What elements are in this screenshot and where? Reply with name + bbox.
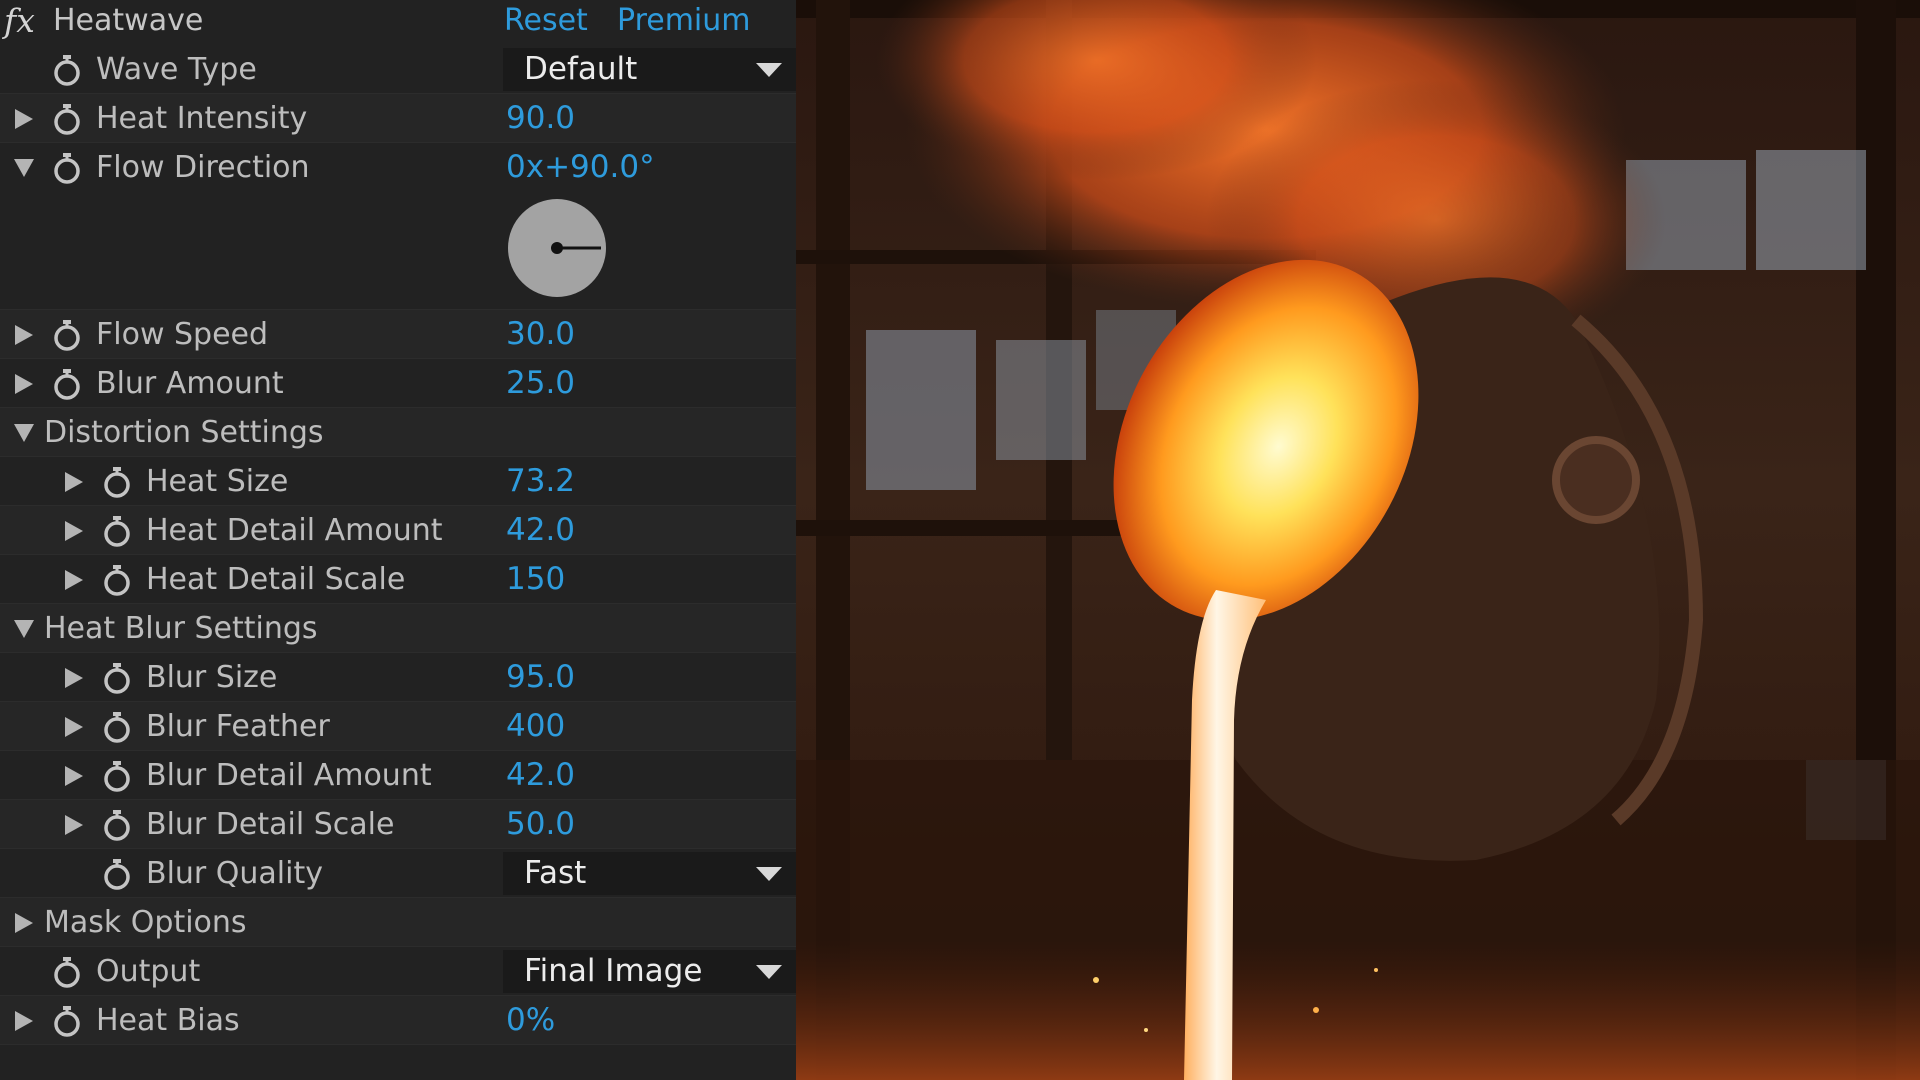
effect-name: Heatwave — [53, 3, 204, 38]
blur-feather-value[interactable]: 400 — [506, 702, 565, 751]
param-row-heat-size: Heat Size 73.2 — [0, 457, 796, 506]
param-row-blur-size: Blur Size 95.0 — [0, 653, 796, 702]
param-row-flow-speed: Flow Speed 30.0 — [0, 310, 796, 359]
param-row-blur-detail-amount: Blur Detail Amount 42.0 — [0, 751, 796, 800]
param-row-heat-detail-scale: Heat Detail Scale 150 — [0, 555, 796, 604]
heat-size-value[interactable]: 73.2 — [506, 457, 575, 506]
expand-triangle-icon[interactable] — [61, 653, 87, 702]
heat-bias-value[interactable]: 0% — [506, 996, 555, 1045]
stopwatch-icon[interactable] — [52, 996, 82, 1045]
stopwatch-icon[interactable] — [52, 947, 82, 996]
premium-button[interactable]: Premium — [617, 0, 751, 42]
flow-direction-angle-dial[interactable] — [505, 196, 609, 300]
expand-triangle-icon[interactable] — [11, 310, 37, 359]
reset-button[interactable]: Reset — [504, 0, 588, 42]
effect-controls-panel: fx Heatwave Reset Premium Wave Type Defa… — [0, 0, 796, 1080]
param-label-heat-detail-scale: Heat Detail Scale — [146, 562, 406, 597]
param-row-blur-amount: Blur Amount 25.0 — [0, 359, 796, 408]
heat-detail-amount-value[interactable]: 42.0 — [506, 506, 575, 555]
stopwatch-icon[interactable] — [52, 359, 82, 408]
param-row-blur-feather: Blur Feather 400 — [0, 702, 796, 751]
blur-detail-amount-value[interactable]: 42.0 — [506, 751, 575, 800]
expand-triangle-icon[interactable] — [11, 94, 37, 143]
chevron-down-icon — [756, 63, 782, 77]
stopwatch-icon[interactable] — [102, 653, 132, 702]
group-row-heat-blur-settings[interactable]: Heat Blur Settings — [0, 604, 796, 653]
stopwatch-icon[interactable] — [102, 457, 132, 506]
fx-icon[interactable]: fx — [4, 0, 35, 42]
expand-triangle-icon[interactable] — [61, 555, 87, 604]
expand-triangle-icon[interactable] — [61, 800, 87, 849]
stopwatch-icon[interactable] — [102, 702, 132, 751]
group-label-distortion-settings: Distortion Settings — [44, 415, 324, 450]
param-label-heat-bias: Heat Bias — [96, 1003, 240, 1038]
blur-amount-value[interactable]: 25.0 — [506, 359, 575, 408]
stopwatch-icon[interactable] — [102, 751, 132, 800]
param-label-blur-quality: Blur Quality — [146, 856, 323, 891]
stopwatch-icon[interactable] — [52, 45, 82, 94]
heat-intensity-value[interactable]: 90.0 — [506, 94, 575, 143]
stopwatch-icon[interactable] — [102, 555, 132, 604]
expand-triangle-icon[interactable] — [11, 359, 37, 408]
param-label-heat-intensity: Heat Intensity — [96, 101, 308, 136]
wave-type-dropdown[interactable]: Default — [503, 48, 796, 91]
param-label-blur-detail-scale: Blur Detail Scale — [146, 807, 395, 842]
collapse-triangle-icon[interactable] — [11, 143, 37, 192]
heat-detail-scale-value[interactable]: 150 — [506, 555, 565, 604]
param-row-blur-quality: Blur Quality Fast — [0, 849, 796, 898]
group-row-mask-options[interactable]: Mask Options — [0, 898, 796, 947]
param-label-blur-detail-amount: Blur Detail Amount — [146, 758, 432, 793]
param-row-heat-intensity: Heat Intensity 90.0 — [0, 94, 796, 143]
param-row-heat-detail-amount: Heat Detail Amount 42.0 — [0, 506, 796, 555]
param-label-heat-size: Heat Size — [146, 464, 289, 499]
group-label-heat-blur-settings: Heat Blur Settings — [44, 611, 318, 646]
param-label-flow-direction: Flow Direction — [96, 150, 310, 185]
molten-metal-scene-image — [796, 0, 1920, 1080]
stopwatch-icon[interactable] — [102, 506, 132, 555]
stopwatch-icon[interactable] — [52, 94, 82, 143]
flow-direction-value[interactable]: 0x+90.0° — [506, 143, 655, 192]
collapse-triangle-icon[interactable] — [11, 408, 37, 457]
stopwatch-icon[interactable] — [52, 310, 82, 359]
expand-triangle-icon[interactable] — [61, 506, 87, 555]
expand-triangle-icon[interactable] — [11, 996, 37, 1045]
blur-quality-value: Fast — [524, 855, 587, 891]
chevron-down-icon — [756, 965, 782, 979]
param-row-flow-direction: Flow Direction 0x+90.0° — [0, 143, 796, 310]
stopwatch-icon[interactable] — [52, 143, 82, 192]
chevron-down-icon — [756, 867, 782, 881]
expand-triangle-icon[interactable] — [61, 702, 87, 751]
param-label-heat-detail-amount: Heat Detail Amount — [146, 513, 443, 548]
param-label-blur-amount: Blur Amount — [96, 366, 284, 401]
param-label-output: Output — [96, 954, 201, 989]
param-label-wave-type: Wave Type — [96, 52, 257, 87]
group-row-distortion-settings[interactable]: Distortion Settings — [0, 408, 796, 457]
expand-triangle-icon[interactable] — [61, 457, 87, 506]
group-label-mask-options: Mask Options — [44, 905, 247, 940]
blur-size-value[interactable]: 95.0 — [506, 653, 575, 702]
output-value: Final Image — [524, 953, 703, 989]
param-label-blur-size: Blur Size — [146, 660, 278, 695]
blur-detail-scale-value[interactable]: 50.0 — [506, 800, 575, 849]
effect-header: fx Heatwave Reset Premium — [0, 0, 796, 42]
param-row-heat-bias: Heat Bias 0% — [0, 996, 796, 1045]
stopwatch-icon[interactable] — [102, 849, 132, 898]
output-dropdown[interactable]: Final Image — [503, 950, 796, 993]
stopwatch-icon[interactable] — [102, 800, 132, 849]
expand-triangle-icon[interactable] — [61, 751, 87, 800]
flow-speed-value[interactable]: 30.0 — [506, 310, 575, 359]
blur-quality-dropdown[interactable]: Fast — [503, 852, 796, 895]
param-row-wave-type: Wave Type Default — [0, 45, 796, 94]
wave-type-value: Default — [524, 51, 638, 87]
param-row-blur-detail-scale: Blur Detail Scale 50.0 — [0, 800, 796, 849]
param-label-blur-feather: Blur Feather — [146, 709, 330, 744]
param-label-flow-speed: Flow Speed — [96, 317, 269, 352]
param-row-output: Output Final Image — [0, 947, 796, 996]
expand-triangle-icon[interactable] — [11, 898, 37, 947]
composition-viewer[interactable] — [796, 0, 1920, 1080]
collapse-triangle-icon[interactable] — [11, 604, 37, 653]
